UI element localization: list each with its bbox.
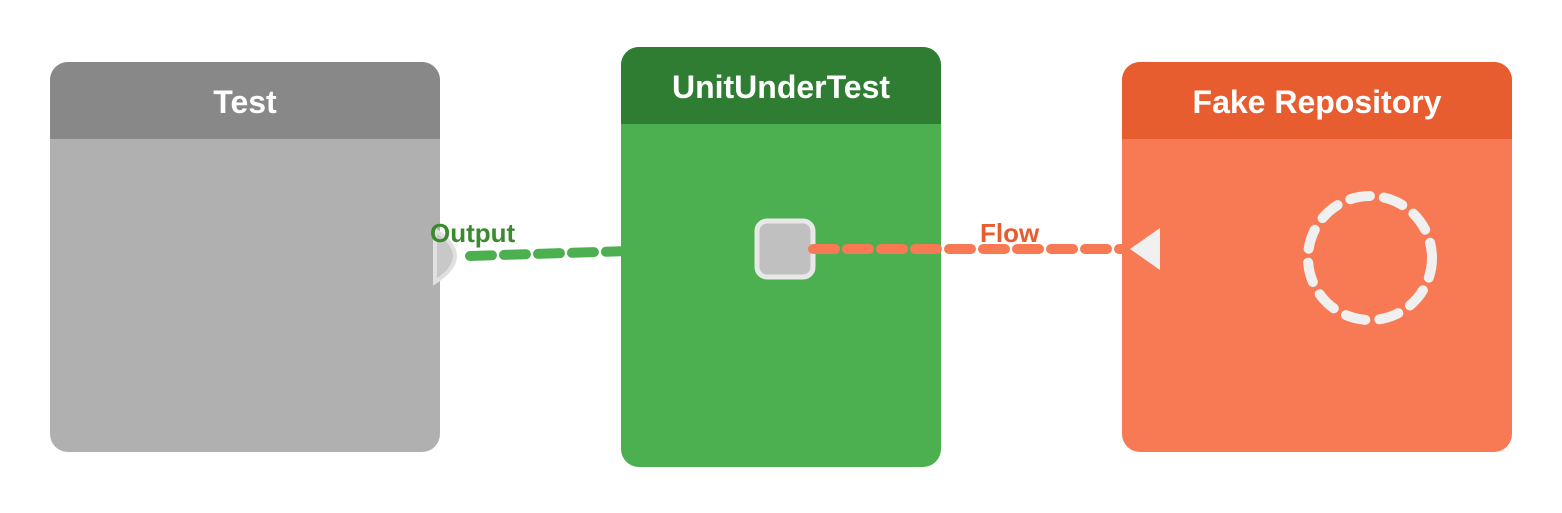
test-box: Test [50, 62, 440, 452]
test-box-header: Test [50, 62, 440, 139]
diagram: Test UnitUnderTest Fake Repository Outpu… [0, 0, 1562, 513]
unit-box: UnitUnderTest [621, 47, 941, 467]
fake-box: Fake Repository [1122, 62, 1512, 452]
unit-box-header: UnitUnderTest [621, 47, 941, 124]
output-label: Output [430, 218, 515, 249]
flow-label: Flow [980, 218, 1039, 249]
fake-box-header: Fake Repository [1122, 62, 1512, 139]
